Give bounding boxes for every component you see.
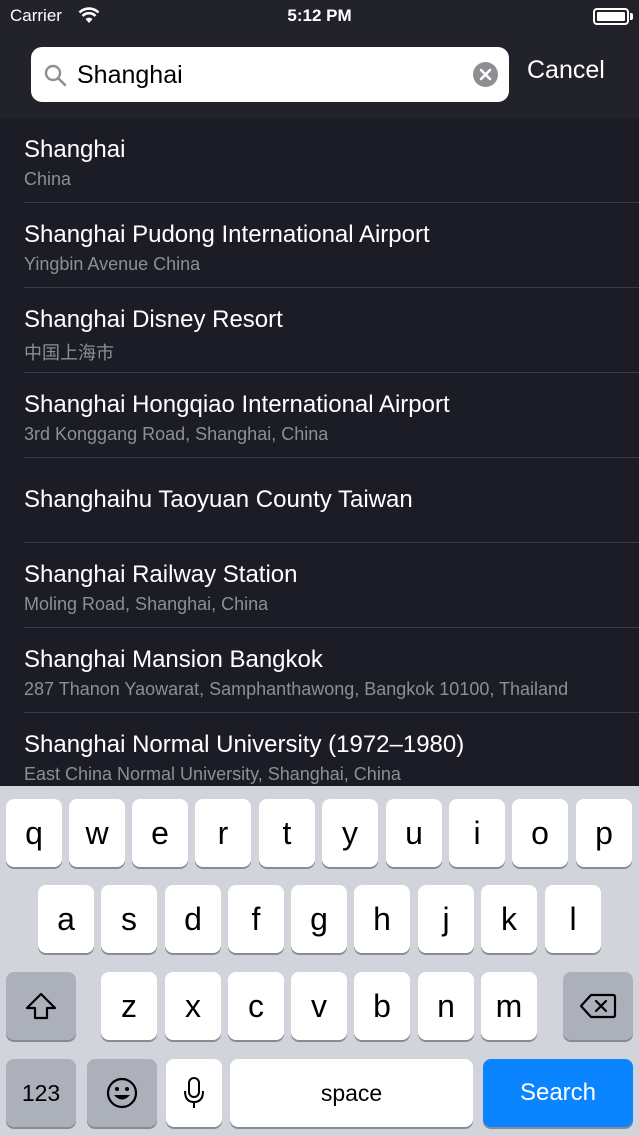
result-subtitle: 中国上海市 xyxy=(24,343,114,364)
result-title: Shanghai Hongqiao International Airport xyxy=(24,391,450,418)
key-b[interactable]: b xyxy=(354,972,410,1040)
result-subtitle: 287 Thanon Yaowarat, Samphanthawong, Ban… xyxy=(24,679,569,699)
search-key[interactable]: Search xyxy=(483,1059,633,1127)
key-u[interactable]: u xyxy=(386,799,442,867)
close-icon xyxy=(479,68,492,81)
key-t[interactable]: t xyxy=(259,799,315,867)
list-item[interactable]: Shanghai Railway Station Moling Road, Sh… xyxy=(0,543,639,628)
key-w[interactable]: w xyxy=(69,799,125,867)
result-title: Shanghaihu Taoyuan County Taiwan xyxy=(24,486,413,513)
key-d[interactable]: d xyxy=(165,885,221,953)
result-title: Shanghai Mansion Bangkok xyxy=(24,646,323,673)
result-title: Shanghai Pudong International Airport xyxy=(24,221,430,248)
microphone-icon xyxy=(184,1077,204,1108)
search-results-list: Shanghai China Shanghai Pudong Internati… xyxy=(0,118,639,786)
key-a[interactable]: a xyxy=(38,885,94,953)
dictation-key[interactable] xyxy=(166,1059,222,1127)
keyboard: q w e r t y u i o p a s d f g h j k l z … xyxy=(0,786,639,1136)
list-item[interactable]: Shanghai Hongqiao International Airport … xyxy=(0,373,639,458)
key-q[interactable]: q xyxy=(6,799,62,867)
search-header: Cancel xyxy=(0,32,639,118)
list-item[interactable]: Shanghai Normal University (1972–1980) E… xyxy=(0,713,639,786)
search-box[interactable] xyxy=(31,47,509,102)
space-key[interactable]: space xyxy=(230,1059,473,1127)
key-x[interactable]: x xyxy=(165,972,221,1040)
numbers-key[interactable]: 123 xyxy=(6,1059,76,1127)
key-l[interactable]: l xyxy=(545,885,601,953)
clock: 5:12 PM xyxy=(287,6,352,25)
key-e[interactable]: e xyxy=(132,799,188,867)
cancel-button[interactable]: Cancel xyxy=(527,56,605,85)
key-c[interactable]: c xyxy=(228,972,284,1040)
battery-icon xyxy=(593,8,629,25)
result-subtitle: 3rd Konggang Road, Shanghai, China xyxy=(24,424,329,444)
result-subtitle: China xyxy=(24,169,72,189)
emoji-key[interactable] xyxy=(87,1059,157,1127)
shift-icon xyxy=(25,992,57,1020)
emoji-icon xyxy=(106,1077,138,1109)
key-j[interactable]: j xyxy=(418,885,474,953)
list-item[interactable]: Shanghaihu Taoyuan County Taiwan xyxy=(0,458,639,543)
result-title: Shanghai Normal University (1972–1980) xyxy=(24,731,465,758)
result-title: Shanghai xyxy=(24,136,126,163)
delete-key[interactable] xyxy=(563,972,633,1040)
key-h[interactable]: h xyxy=(354,885,410,953)
key-o[interactable]: o xyxy=(512,799,568,867)
result-subtitle: Moling Road, Shanghai, China xyxy=(24,594,269,614)
list-item[interactable]: Shanghai Disney Resort 中国上海市 xyxy=(0,288,639,373)
list-item[interactable]: Shanghai China xyxy=(0,118,639,203)
key-r[interactable]: r xyxy=(195,799,251,867)
search-icon xyxy=(44,64,67,87)
key-n[interactable]: n xyxy=(418,972,474,1040)
key-g[interactable]: g xyxy=(291,885,347,953)
key-i[interactable]: i xyxy=(449,799,505,867)
backspace-icon xyxy=(579,993,617,1019)
result-subtitle: Yingbin Avenue China xyxy=(24,254,201,274)
battery-tip xyxy=(630,13,633,20)
clear-search-button[interactable] xyxy=(473,62,498,87)
list-item[interactable]: Shanghai Mansion Bangkok 287 Thanon Yaow… xyxy=(0,628,639,713)
result-title: Shanghai Railway Station xyxy=(24,561,298,588)
key-s[interactable]: s xyxy=(101,885,157,953)
search-input[interactable] xyxy=(77,55,457,95)
key-v[interactable]: v xyxy=(291,972,347,1040)
result-subtitle: East China Normal University, Shanghai, … xyxy=(24,764,401,784)
key-k[interactable]: k xyxy=(481,885,537,953)
list-item[interactable]: Shanghai Pudong International Airport Yi… xyxy=(0,203,639,288)
key-p[interactable]: p xyxy=(576,799,632,867)
shift-key[interactable] xyxy=(6,972,76,1040)
key-z[interactable]: z xyxy=(101,972,157,1040)
key-f[interactable]: f xyxy=(228,885,284,953)
status-bar: Carrier 5:12 PM xyxy=(0,0,639,32)
key-y[interactable]: y xyxy=(322,799,378,867)
result-title: Shanghai Disney Resort xyxy=(24,306,283,333)
key-m[interactable]: m xyxy=(481,972,537,1040)
